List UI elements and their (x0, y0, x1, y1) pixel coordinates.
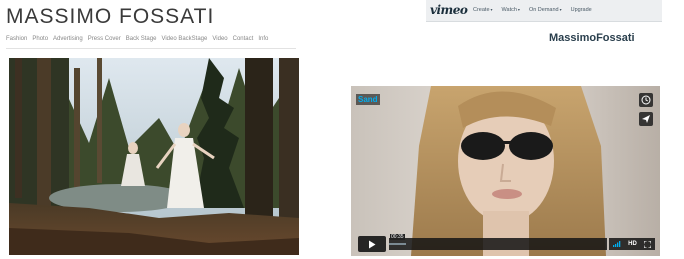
nav-item-press-cover[interactable]: Press Cover (88, 36, 121, 42)
site-nav: Fashion Photo Advertising Press Cover Ba… (6, 36, 273, 42)
chevron-down-icon: ▾ (490, 7, 493, 12)
menu-on-demand-label: On Demand (528, 7, 559, 13)
volume-icon[interactable] (612, 241, 621, 247)
nav-item-photo[interactable]: Photo (32, 36, 48, 42)
nav-item-fashion[interactable]: Fashion (6, 36, 27, 42)
vimeo-user-name[interactable]: MassimoFossati (549, 32, 635, 44)
menu-watch[interactable]: Watch▾ (502, 7, 520, 13)
nav-item-contact[interactable]: Contact (233, 36, 254, 42)
clock-icon (641, 95, 651, 105)
share-button[interactable] (639, 112, 653, 126)
video-channel-badge[interactable]: Sand (356, 94, 380, 105)
time-readout: 00:35 (390, 234, 405, 240)
menu-create[interactable]: Create▾ (473, 7, 493, 13)
hd-toggle[interactable]: HD (628, 241, 637, 247)
vimeo-menu: Create▾ Watch▾ On Demand▾ Upgrade (473, 7, 601, 13)
video-player[interactable] (351, 86, 660, 256)
nav-item-advertising[interactable]: Advertising (53, 36, 83, 42)
vimeo-logo[interactable]: vimeo (430, 3, 468, 17)
player-right-controls: HD (609, 238, 655, 250)
video-frame-graphic (351, 86, 660, 256)
paper-plane-icon (642, 115, 650, 123)
play-icon (369, 240, 376, 248)
watch-later-button[interactable] (639, 93, 653, 107)
nav-item-video-backstage[interactable]: Video BackStage (161, 36, 207, 42)
forest-photo[interactable] (9, 58, 299, 255)
nav-item-video[interactable]: Video (212, 36, 227, 42)
progress-fill (389, 243, 407, 245)
menu-create-label: Create (473, 7, 490, 13)
player-controls: 00:35 HD (358, 234, 656, 252)
site-title[interactable]: MASSIMO FOSSATI (6, 5, 214, 29)
menu-upgrade[interactable]: Upgrade (571, 7, 592, 13)
chevron-down-icon: ▾ (517, 7, 520, 12)
fullscreen-icon[interactable] (644, 240, 652, 248)
nav-item-back-stage[interactable]: Back Stage (126, 36, 157, 42)
menu-watch-label: Watch (501, 7, 517, 13)
progress-bar[interactable] (389, 238, 607, 250)
nav-item-info[interactable]: Info (258, 36, 268, 42)
menu-on-demand[interactable]: On Demand▾ (529, 7, 562, 13)
play-button[interactable] (358, 236, 386, 252)
menu-upgrade-label: Upgrade (570, 7, 592, 13)
forest-photo-graphic (9, 58, 299, 255)
chevron-down-icon: ▾ (559, 7, 562, 12)
nav-divider (6, 48, 296, 49)
